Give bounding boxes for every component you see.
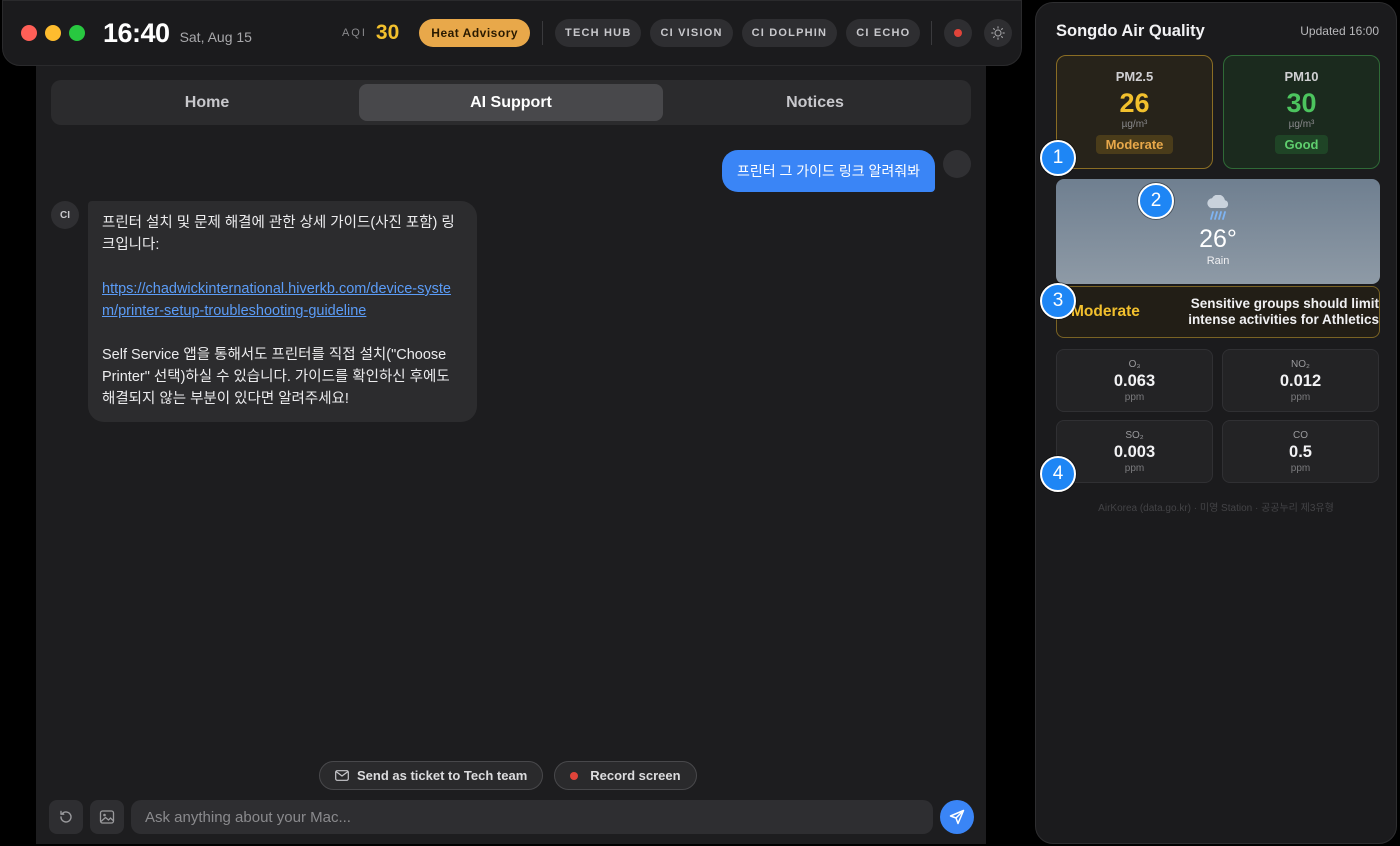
pm25-card: PM2.5 26 µg/m³ Moderate	[1056, 55, 1213, 169]
gas-unit: ppm	[1124, 463, 1145, 474]
record-screen-button[interactable]: Record screen	[554, 761, 697, 790]
gas-value: 0.5	[1289, 443, 1312, 461]
data-source-note: AirKorea (data.go.kr) · 미영 Station · 공공누…	[1098, 503, 1334, 514]
window-controls	[21, 25, 85, 41]
record-screen-label: Record screen	[590, 768, 681, 783]
gas-card-no2: NO₂ 0.012 ppm	[1222, 349, 1379, 412]
advisory-level: Moderate	[1071, 303, 1140, 320]
gas-name: SO₂	[1125, 430, 1144, 441]
tab-notices[interactable]: Notices	[663, 84, 967, 121]
minimize-window-button[interactable]	[45, 25, 61, 41]
pm10-value: 30	[1286, 88, 1317, 118]
pm25-status-badge: Moderate	[1095, 135, 1174, 154]
record-indicator-button[interactable]	[944, 19, 973, 47]
send-ticket-label: Send as ticket to Tech team	[357, 768, 528, 783]
annotation-marker-4: 4	[1040, 456, 1076, 492]
gas-unit: ppm	[1290, 463, 1311, 474]
bot-message-outro: Self Service 앱을 통해서도 프린터를 직접 설치("Choose …	[102, 347, 450, 407]
rain-cloud-icon	[1207, 195, 1229, 220]
chat-panel: Home AI Support Notices 프린터 그 가이드 링크 알려줘…	[36, 66, 986, 844]
heat-advisory-badge[interactable]: Heat Advisory	[419, 19, 531, 47]
gas-value: 0.012	[1279, 372, 1322, 390]
clock-date: Sat, Aug 15	[179, 29, 252, 45]
pm25-unit: µg/m³	[1121, 119, 1148, 130]
bot-avatar: CI	[51, 201, 79, 229]
gas-card-co: CO 0.5 ppm	[1222, 420, 1379, 483]
clock-time: 16:40	[103, 17, 170, 48]
pm10-label: PM10	[1284, 69, 1319, 84]
gas-value: 0.063	[1113, 372, 1156, 390]
pill-ci-vision[interactable]: CI VISION	[650, 19, 733, 47]
gas-card-o3: O₃ 0.063 ppm	[1056, 349, 1213, 412]
history-icon	[60, 810, 72, 823]
quick-actions: Send as ticket to Tech team Record scree…	[319, 761, 697, 790]
annotation-marker-2: 2	[1138, 183, 1174, 219]
divider	[542, 21, 544, 45]
pm10-card: PM10 30 µg/m³ Good	[1223, 55, 1380, 169]
composer	[49, 799, 974, 835]
annotation-marker-1: 1	[1040, 140, 1076, 176]
divider	[931, 21, 933, 45]
pm25-value: 26	[1119, 88, 1150, 118]
air-quality-title: Songdo Air Quality	[1056, 22, 1205, 40]
pm25-label: PM2.5	[1115, 69, 1154, 84]
gas-name: CO	[1293, 430, 1308, 441]
zoom-window-button[interactable]	[69, 25, 85, 41]
aqi-value: 30	[375, 21, 400, 44]
pill-tech-hub[interactable]: TECH HUB	[555, 19, 642, 47]
envelope-icon	[335, 770, 349, 781]
gas-value: 0.003	[1113, 443, 1156, 461]
weather-condition: Rain	[1206, 255, 1230, 267]
reset-button[interactable]	[49, 800, 83, 834]
send-ticket-button[interactable]: Send as ticket to Tech team	[319, 761, 544, 790]
guide-link[interactable]: https://chadwickinternational.hiverkb.co…	[102, 281, 451, 319]
attach-image-button[interactable]	[90, 800, 124, 834]
sun-icon	[991, 26, 1006, 40]
top-status-bar: 16:40 Sat, Aug 15 AQI 30 Heat Advisory T…	[2, 0, 1022, 66]
record-dot-icon	[954, 29, 963, 37]
pm10-unit: µg/m³	[1288, 119, 1315, 130]
bot-message-intro: 프린터 설치 및 문제 해결에 관한 상세 가이드(사진 포함) 링크입니다:	[102, 215, 455, 253]
annotation-marker-3: 3	[1040, 283, 1076, 319]
pill-ci-dolphin[interactable]: CI DOLPHIN	[741, 19, 838, 47]
weather-temperature: 26°	[1199, 225, 1237, 253]
user-message-bubble: 프린터 그 가이드 링크 알려줘봐	[722, 150, 935, 192]
activity-advisory: Moderate Sensitive groups should limit i…	[1056, 286, 1380, 338]
gas-card-so2: SO₂ 0.003 ppm	[1056, 420, 1213, 483]
aqi-label: AQI	[341, 27, 367, 39]
chat-input[interactable]	[131, 800, 933, 834]
advisory-text: Sensitive groups should limit intense ac…	[1188, 296, 1379, 327]
tab-bar: Home AI Support Notices	[51, 80, 971, 125]
bot-message-bubble: 프린터 설치 및 문제 해결에 관한 상세 가이드(사진 포함) 링크입니다: …	[88, 201, 477, 422]
gas-unit: ppm	[1290, 392, 1311, 403]
close-window-button[interactable]	[21, 25, 37, 41]
user-avatar	[943, 150, 971, 178]
tab-home[interactable]: Home	[55, 84, 359, 121]
gas-unit: ppm	[1124, 392, 1145, 403]
pm10-status-badge: Good	[1274, 135, 1329, 154]
air-quality-panel: Songdo Air Quality Updated 16:00 PM2.5 2…	[1035, 2, 1397, 844]
record-icon	[570, 771, 579, 780]
brightness-button[interactable]	[984, 19, 1013, 47]
send-button[interactable]	[940, 800, 974, 834]
pill-ci-echo[interactable]: CI ECHO	[846, 19, 921, 47]
gas-name: O₃	[1128, 359, 1141, 370]
paper-plane-icon	[949, 809, 965, 825]
weather-card: 26° Rain	[1056, 179, 1380, 284]
gas-name: NO₂	[1291, 359, 1310, 370]
image-icon	[99, 810, 115, 824]
tab-ai-support[interactable]: AI Support	[359, 84, 663, 121]
updated-time: Updated 16:00	[1300, 24, 1379, 38]
